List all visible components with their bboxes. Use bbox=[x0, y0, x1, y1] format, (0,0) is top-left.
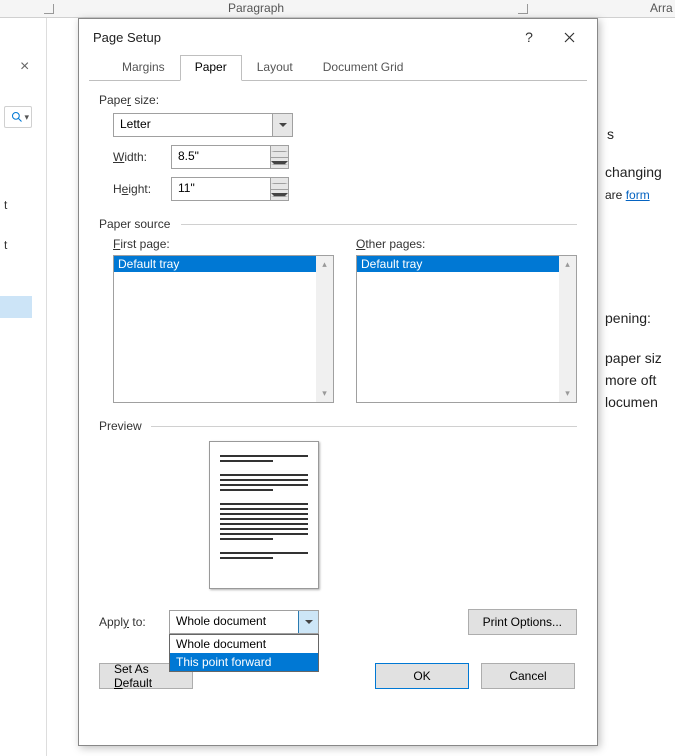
search-input[interactable]: ▾ bbox=[4, 106, 32, 128]
close-icon[interactable]: × bbox=[20, 58, 29, 76]
doc-text: s bbox=[607, 126, 614, 142]
width-value[interactable]: 8.5" bbox=[172, 146, 270, 168]
combo-arrow[interactable] bbox=[272, 114, 292, 136]
chevron-down-icon bbox=[279, 123, 287, 127]
search-icon bbox=[11, 111, 23, 123]
doc-text: paper siz bbox=[605, 350, 662, 366]
ribbon-group-paragraph: Paragraph bbox=[228, 1, 284, 15]
chevron-down-icon bbox=[305, 620, 313, 624]
paper-source-label: Paper source bbox=[99, 217, 577, 231]
chevron-down-icon bbox=[271, 161, 288, 165]
page-setup-dialog: Page Setup ? Margins Paper Layout Docume… bbox=[78, 18, 598, 746]
width-label: Width: bbox=[113, 150, 171, 164]
nav-item[interactable]: t bbox=[4, 198, 26, 216]
preview-page bbox=[209, 441, 319, 589]
spin-up-button[interactable] bbox=[271, 178, 288, 190]
list-item[interactable]: Default tray bbox=[114, 256, 333, 272]
chevron-down-icon[interactable]: ▾ bbox=[24, 112, 29, 123]
paper-size-value: Letter bbox=[114, 114, 272, 136]
doc-text-plain: are bbox=[605, 188, 626, 202]
combo-arrow[interactable] bbox=[298, 611, 318, 633]
scrollbar[interactable]: ▴▾ bbox=[316, 256, 333, 402]
tab-layout[interactable]: Layout bbox=[242, 55, 308, 81]
height-value[interactable]: 11" bbox=[172, 178, 270, 200]
other-pages-listbox[interactable]: Default tray ▴▾ bbox=[356, 255, 577, 403]
scrollbar[interactable]: ▴▾ bbox=[559, 256, 576, 402]
other-pages-label: Other pages: bbox=[356, 237, 577, 251]
spin-down-button[interactable] bbox=[271, 158, 288, 169]
first-page-listbox[interactable]: Default tray ▴▾ bbox=[113, 255, 334, 403]
help-icon: ? bbox=[525, 29, 533, 45]
scroll-up-icon[interactable]: ▴ bbox=[322, 256, 327, 273]
paper-size-combo[interactable]: Letter bbox=[113, 113, 293, 137]
chevron-up-icon bbox=[271, 183, 288, 184]
ok-button[interactable]: OK bbox=[375, 663, 469, 689]
doc-text: pening: bbox=[605, 310, 651, 326]
doc-text: more oft bbox=[605, 372, 656, 388]
ribbon-group-arrange: Arra bbox=[650, 1, 673, 15]
close-icon bbox=[564, 32, 575, 43]
apply-to-dropdown: Whole document This point forward bbox=[169, 634, 319, 672]
help-button[interactable]: ? bbox=[509, 21, 549, 53]
dialog-launcher-icon[interactable] bbox=[518, 4, 528, 14]
doc-link[interactable]: form bbox=[626, 188, 650, 202]
apply-to-label: Apply to: bbox=[99, 615, 169, 629]
height-spinner[interactable]: 11" bbox=[171, 177, 289, 201]
tab-strip: Margins Paper Layout Document Grid bbox=[79, 55, 597, 81]
scroll-down-icon[interactable]: ▾ bbox=[565, 385, 570, 402]
navigation-pane: × ▾ t t bbox=[0, 18, 47, 756]
apply-to-combo[interactable]: Whole document Whole document This point… bbox=[169, 610, 319, 634]
spin-up-button[interactable] bbox=[271, 146, 288, 158]
dialog-launcher-icon[interactable] bbox=[44, 4, 54, 14]
tab-document-grid[interactable]: Document Grid bbox=[308, 55, 419, 81]
dropdown-option[interactable]: This point forward bbox=[170, 653, 318, 671]
tab-paper[interactable]: Paper bbox=[180, 55, 242, 81]
spin-down-button[interactable] bbox=[271, 190, 288, 201]
close-button[interactable] bbox=[549, 21, 589, 53]
print-options-button[interactable]: Print Options... bbox=[468, 609, 577, 635]
doc-text: changing bbox=[605, 164, 662, 180]
first-page-label: First page: bbox=[113, 237, 334, 251]
cancel-button[interactable]: Cancel bbox=[481, 663, 575, 689]
nav-item[interactable]: t bbox=[4, 238, 26, 256]
dropdown-option[interactable]: Whole document bbox=[170, 635, 318, 653]
paper-size-label: Paper size: bbox=[99, 93, 577, 107]
chevron-up-icon bbox=[271, 151, 288, 152]
scroll-down-icon[interactable]: ▾ bbox=[322, 385, 327, 402]
dialog-title: Page Setup bbox=[93, 30, 509, 45]
chevron-down-icon bbox=[271, 193, 288, 197]
tab-margins[interactable]: Margins bbox=[107, 55, 180, 81]
list-item[interactable]: Default tray bbox=[357, 256, 576, 272]
height-label: Height: bbox=[113, 182, 171, 196]
doc-text: are form bbox=[605, 186, 650, 202]
preview-label: Preview bbox=[99, 419, 577, 433]
doc-text: locumen bbox=[605, 394, 658, 410]
apply-to-value: Whole document bbox=[170, 611, 298, 633]
scroll-up-icon[interactable]: ▴ bbox=[565, 256, 570, 273]
dialog-body: Paper size: Letter Width: 8.5" Height: 1… bbox=[79, 81, 597, 701]
nav-item-selected[interactable] bbox=[0, 296, 32, 318]
titlebar: Page Setup ? bbox=[79, 19, 597, 55]
width-spinner[interactable]: 8.5" bbox=[171, 145, 289, 169]
ribbon-groups-strip: Paragraph Arra bbox=[0, 0, 675, 18]
